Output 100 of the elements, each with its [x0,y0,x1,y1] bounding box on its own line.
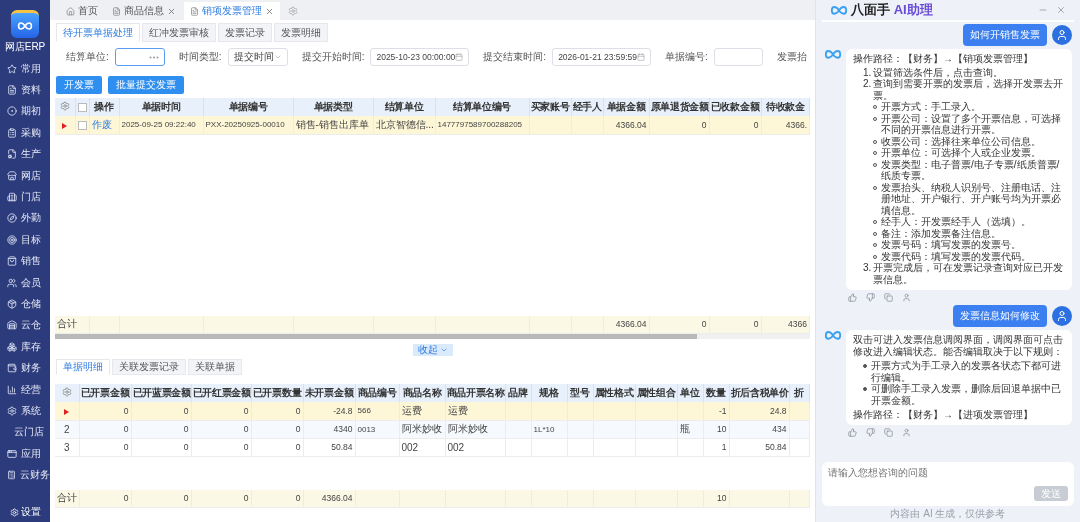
nav-item[interactable]: 生产 [0,143,50,165]
column-header: 数量 [703,384,729,402]
table-cell: 4366.04 [603,315,649,334]
column-header: 商品编号 [355,384,399,402]
nav-item[interactable]: 云财务 [0,464,50,486]
user-message: 发票信息如何修改 [953,305,1047,327]
column-header: 属性格式 [593,384,635,402]
list-item-text: 开票完成后，可在发票记录查询对应已开发票信息。 [873,262,1065,285]
table-cell: 0 [79,438,131,456]
table-cell: 0 [191,438,251,456]
nav-item[interactable]: 云仓 [0,314,50,337]
column-header: 品牌 [505,384,531,402]
table-cell: 0 [649,116,709,134]
table-cell: 0 [251,420,303,438]
table-cell: 002 [399,438,445,456]
column-header: 经手人 [571,98,603,116]
page-tab[interactable]: 商品信息 [106,2,182,20]
disclaimer: 内容由 AI 生成，仅供参考 [890,507,1006,521]
nav-item[interactable]: 门店 [0,186,50,208]
table-row[interactable]: 0 0 0 0 -24.8 566 运费 运费 -1 24.8 [55,402,810,420]
settings-link[interactable]: 设置 [20,505,41,519]
table-cell: 0 [251,489,303,508]
table-cell: 0 [191,420,251,438]
table-cell: 0 [251,402,303,420]
nav-item[interactable]: 云门店 [0,421,50,444]
column-header: 已开票数量 [251,384,303,402]
table-cell: 4366.04 [603,116,649,134]
table-cell: 0 [709,116,761,134]
message-text: 双击可进入发票信息调阅界面，调阅界面可点击修改进入编辑状态。能否编辑取决于以下规则： [853,334,1064,357]
nav-item[interactable]: 资料 [0,79,50,101]
nav-item[interactable]: 外勤 [0,207,50,230]
table-cell: 0 [709,315,761,334]
list-item-text: 开票方式为手工录入的发票各状态下都可进行编辑。 [871,360,1062,383]
list-number: 2. [863,78,872,91]
row-number: 3 [55,438,79,456]
nav-item[interactable]: 销售 [0,250,50,272]
collapse-button[interactable]: 收起 [412,344,453,356]
table-cell: 434 [729,420,789,438]
table-cell: 4366. [761,116,810,134]
list-item-text: 发票代码：填写发票的发票代码。 [881,250,1031,262]
table-cell: 0 [131,420,191,438]
table-cell: 50.84 [729,438,789,456]
sub-tab[interactable]: 发票记录 [218,23,272,42]
nav-item[interactable]: 常用 [0,58,50,80]
table-cell: 销售-销售出库单 [293,116,373,134]
sub-tab[interactable]: 发票明细 [274,23,328,42]
nav-item[interactable]: 期初 [0,100,50,123]
date-field[interactable]: 2025-10-23 00:00:00 [370,48,470,66]
table-cell: 4366 [761,315,810,334]
nav-item[interactable]: 经营 [0,378,50,401]
column-header: 买家账号 [529,98,571,116]
column-header: 折后含税单价 [729,384,789,402]
detail-tab[interactable]: 关联单据 [188,359,242,375]
nav-item[interactable]: 目标 [0,229,50,251]
page-tab[interactable]: 销项发票管理 [184,2,280,20]
table-cell: 运费 [399,402,445,420]
list-item-text: 设置筛选条件后，点击查询。 [873,66,1004,78]
nav-item[interactable]: 会员 [0,271,50,294]
table-cell: 0 [131,489,191,508]
sub-tab[interactable]: 红冲发票审核 [142,23,216,42]
nav-item[interactable]: 库存 [0,336,50,358]
list-item-text: 发票号码：填写发票的发票号。 [881,239,1021,251]
nav-item[interactable]: 应用 [0,443,50,465]
app-name: 网店ERP [4,40,46,54]
table-cell: 运费 [445,402,505,420]
total-label: 合计 [55,489,79,508]
filter-label: 结算单位: [65,50,109,64]
list-item-text: 开票公司：设置了多个开票信息，可选择不同的开票信息进行开票。 [881,112,1062,136]
table-cell: 0 [79,402,131,420]
filter-label: 时间类型: [177,50,222,64]
column-header: 属性组合 [635,384,677,402]
table-cell: 瓶 [677,420,703,438]
date-field[interactable]: 2026-01-21 23:59:59 [552,48,652,66]
nav-item[interactable]: 财务 [0,357,50,379]
table-cell: 002 [445,438,505,456]
table-cell: -24.8 [303,402,355,420]
table-cell: 阿米妙收 [399,420,445,438]
nav-item[interactable]: 仓储 [0,293,50,315]
sub-tab[interactable]: 待开票单据处理 [56,23,140,42]
nav-item[interactable]: 采购 [0,122,50,144]
assistant-title: 八面手 AI助理 [851,1,933,19]
action-link[interactable]: 作废 [89,116,119,134]
table-cell: 0 [79,420,131,438]
column-header: 单位 [677,384,703,402]
detail-tab[interactable]: 单据明细 [56,359,110,375]
nav-item[interactable]: 网店 [0,164,50,187]
list-item-text: 备注：添加发票备注信息。 [881,227,1001,239]
table-row[interactable]: 作废 2025-09-25 09:22:40 PXX-20250925-00010 销售-销售出库单 北京智德信... 1477797589700288205 4366.04 0 0 4366. [55,116,810,134]
table-cell: 50.84 [303,438,355,456]
list-item-text: 经手人：开发票经手人（选填）。 [881,216,1031,228]
table-cell: 0 [649,315,709,334]
detail-tab[interactable]: 关联发票记录 [112,359,186,375]
column-header: 单据类型 [293,98,373,116]
nav-item[interactable]: 系统 [0,400,50,422]
page-tab[interactable]: 首页 [60,2,104,20]
list-number: 1. [863,66,872,78]
table-cell: 1477797589700288205 [435,116,529,134]
select-field[interactable]: 提交时间 [227,48,288,66]
column-header: 单据编号 [203,98,293,116]
message-text: 操作路径：【财务】→【进项发票管理】 [853,409,1034,421]
